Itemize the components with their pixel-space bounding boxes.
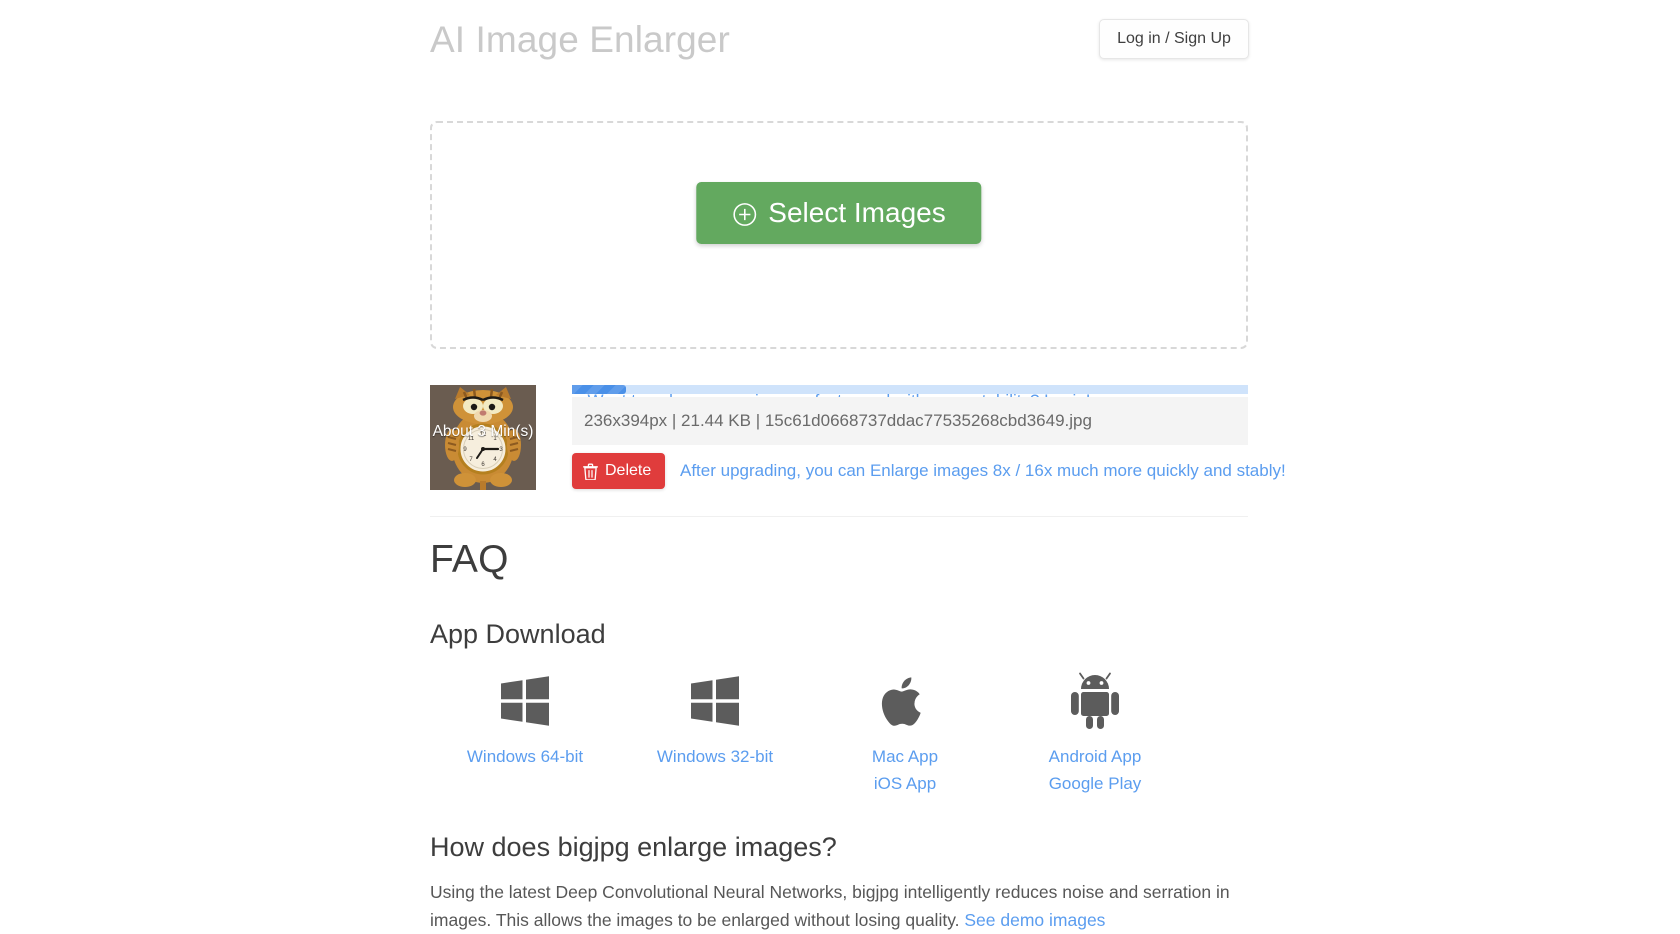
link-android-app[interactable]: Android App (1000, 743, 1190, 770)
delete-button[interactable]: Delete (572, 453, 666, 489)
upload-progress-fill (572, 385, 627, 394)
image-thumbnail[interactable]: 12 1 3 4 6 7 9 11 About 3 Min(s) (430, 385, 536, 490)
link-mac-app[interactable]: Mac App (810, 743, 1000, 770)
trash-icon (583, 463, 598, 480)
app-platform-android: Android App Google Play (1000, 672, 1190, 797)
faq-heading: FAQ (430, 538, 509, 581)
android-icon (1000, 672, 1190, 729)
select-images-button[interactable]: Select Images (696, 182, 982, 244)
link-windows-32bit[interactable]: Windows 32-bit (620, 743, 810, 770)
image-dropzone[interactable]: Select Images Want to enlarge more image… (430, 121, 1248, 410)
upload-progress-bar (572, 385, 1248, 394)
see-demo-images-link[interactable]: See demo images (964, 910, 1105, 930)
faq-section: FAQ App Download Windows 64-bit Windows … (430, 537, 1250, 934)
apple-icon (810, 673, 1000, 729)
link-ios-app[interactable]: iOS App (810, 770, 1000, 797)
app-platform-windows64: Windows 64-bit (430, 673, 620, 797)
thumbnail-eta-label: About 3 Min(s) (432, 423, 534, 440)
faq-question-body: Using the latest Deep Convolutional Neur… (430, 878, 1246, 934)
page-root: AI Image Enlarger Log in / Sign Up Selec… (0, 0, 1680, 930)
file-actions: Delete After upgrading, you can Enlarge … (572, 453, 1286, 489)
windows-icon (430, 673, 620, 729)
link-windows-64bit[interactable]: Windows 64-bit (430, 743, 620, 770)
plus-circle-icon (732, 202, 757, 227)
upgrade-promo-link[interactable]: After upgrading, you can Enlarge images … (680, 453, 1286, 489)
file-info-text: 236x394px | 21.44 KB | 15c61d0668737ddac… (572, 397, 1248, 445)
faq-question-title: How does bigjpg enlarge images? (430, 832, 837, 862)
link-google-play[interactable]: Google Play (1000, 770, 1190, 797)
app-download-heading: App Download (430, 619, 606, 649)
upload-file-row: 12 1 3 4 6 7 9 11 About 3 Min(s) 236x394… (430, 385, 1286, 490)
login-signup-button[interactable]: Log in / Sign Up (1099, 19, 1249, 59)
select-images-label: Select Images (768, 197, 946, 228)
section-divider (430, 516, 1248, 517)
file-details: 236x394px | 21.44 KB | 15c61d0668737ddac… (572, 385, 1286, 489)
faq-answer-text: Using the latest Deep Convolutional Neur… (430, 882, 1230, 930)
page-title: AI Image Enlarger (430, 19, 730, 60)
delete-button-label: Delete (605, 462, 652, 479)
windows-icon (620, 673, 810, 729)
page-header: AI Image Enlarger Log in / Sign Up (0, 0, 1680, 88)
app-platform-apple: Mac App iOS App (810, 673, 1000, 797)
app-platform-windows32: Windows 32-bit (620, 673, 810, 797)
app-download-grid: Windows 64-bit Windows 32-bit Mac App iO… (430, 672, 1190, 797)
